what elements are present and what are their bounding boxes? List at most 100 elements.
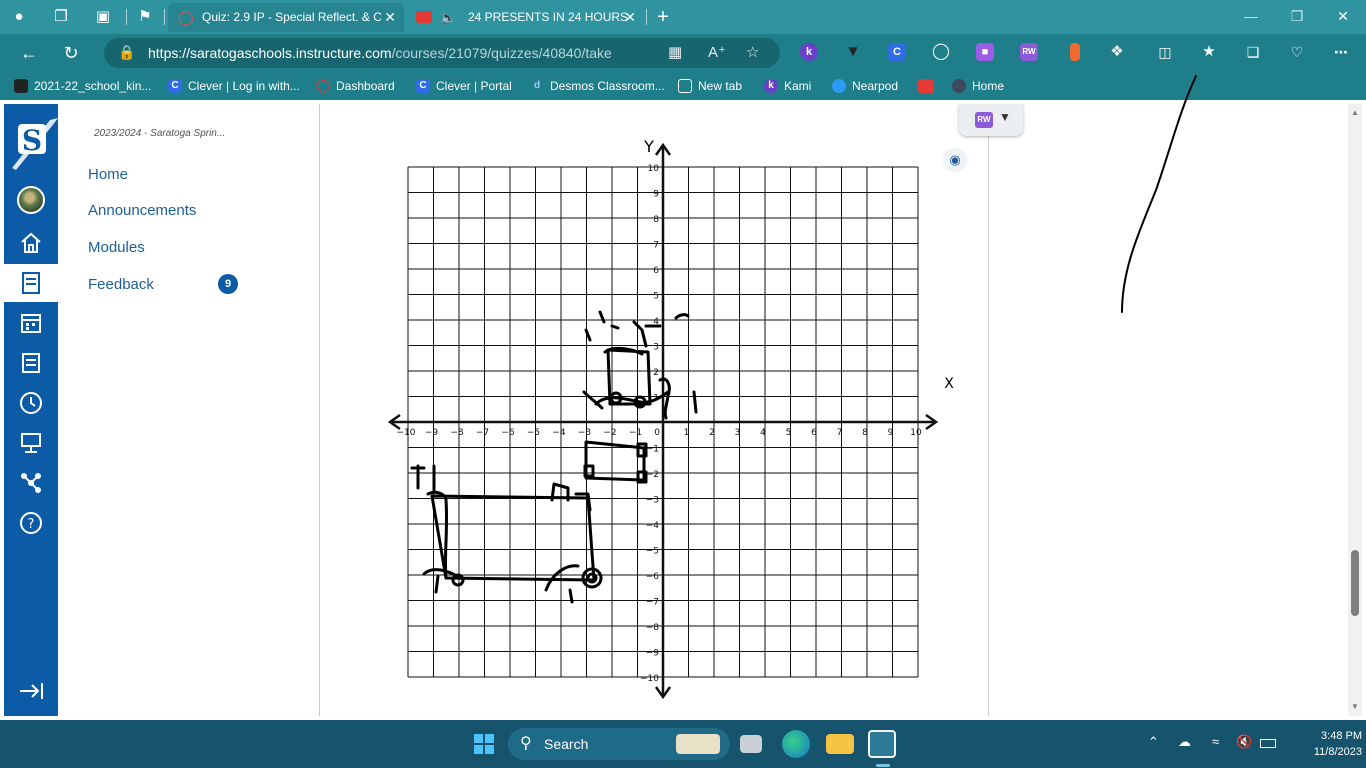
y-tick-label: 9 [653,190,659,200]
address-bar[interactable]: 🔒 https://saratogaschools.instructure.co… [104,38,780,68]
y-tick-label: −3 [646,496,659,506]
task-view-icon[interactable] [740,735,762,753]
bookmark-item[interactable]: d Desmos Classroom... [530,72,665,100]
audio-icon[interactable]: 🔈 [440,3,456,32]
avatar[interactable] [17,186,45,214]
edge-icon[interactable] [782,730,810,758]
maximize-button[interactable]: ❐ [1274,0,1320,34]
bookmark-item[interactable]: C Clever | Portal [416,72,512,100]
close-icon[interactable]: ✕ [384,3,396,32]
commons-icon[interactable] [4,464,58,502]
history-icon[interactable] [4,384,58,422]
workspaces-icon[interactable]: ❐ [50,7,72,27]
inbox-icon[interactable] [4,344,58,382]
studio-icon[interactable] [4,424,58,462]
profile-icon[interactable]: ● [8,7,30,27]
y-tick-label: −5 [646,547,659,557]
volume-icon[interactable]: 🔇 [1236,734,1252,750]
close-window-button[interactable]: ✕ [1320,0,1366,34]
star-icon[interactable]: ☆ [746,43,759,61]
bookmark-item[interactable]: Home [952,72,1004,100]
pinned-tab-icon[interactable]: ⚑ [134,7,156,27]
favorites-icon[interactable]: ★ [1200,43,1218,61]
zoom-icon[interactable]: ◉ [943,148,967,172]
lock-icon[interactable]: 🔒 [118,44,135,61]
bookmark-label: Desmos Classroom... [550,79,665,93]
y-tick-label: −7 [646,598,659,608]
privacy-shield-icon[interactable]: ◯ [932,43,950,61]
tab-actions-icon[interactable]: ▣ [92,7,114,27]
help-icon[interactable]: ? [4,504,58,542]
bookmark-item[interactable]: k Kami [764,72,811,100]
shield-extension-icon[interactable]: ▼ [844,43,862,61]
extensions-icon[interactable]: ❖ [1108,43,1126,61]
bookmark-extension-icon[interactable] [1070,43,1080,61]
scroll-up-arrow[interactable]: ▲ [1348,106,1362,120]
svg-text:?: ? [28,517,35,532]
expand-icon[interactable] [4,672,58,710]
tab-title: 24 PRESENTS IN 24 HOURS [468,10,629,24]
y-tick-label: 5 [653,292,659,302]
bookmark-item[interactable] [918,72,940,100]
bookmark-label: Clever | Portal [436,79,512,93]
browser-tab-strip: ● ❐ ▣ ⚑ ◯ Quiz: 2.9 IP - Special Reflect… [0,0,1366,34]
clock-time: 3:48 PM [1321,730,1362,742]
course-nav-home[interactable]: Home [88,166,128,183]
onedrive-icon[interactable]: ☁ [1178,734,1191,750]
dashboard-home-icon[interactable] [4,224,58,262]
wifi-icon[interactable]: ≈ [1212,734,1219,749]
windows-start-icon[interactable] [470,730,498,758]
rw-extension-icon[interactable]: RW [1020,43,1038,61]
chevron-up-icon[interactable]: ⌃ [1148,734,1159,750]
course-nav-announcements[interactable]: Announcements [88,202,196,219]
system-clock[interactable]: 3:48 PM 11/8/2023 [1286,728,1362,760]
performance-icon[interactable]: ♡ [1288,43,1306,61]
active-app-indicator [876,764,890,767]
vertical-scrollbar[interactable]: ▲ ▼ [1348,104,1362,716]
course-nav-feedback[interactable]: Feedback [88,276,154,293]
minimize-button[interactable]: — [1228,0,1274,34]
school-logo[interactable]: S [6,112,58,170]
close-icon[interactable]: ✕ [624,3,636,32]
refresh-icon[interactable]: ↻ [58,41,84,65]
breadcrumb[interactable]: 2023/2024 - Saratoga Sprin... [94,128,225,139]
read-aloud-icon[interactable]: A⁺ [708,43,726,61]
y-tick-label: −10 [640,674,659,684]
y-tick-label: −4 [646,521,660,531]
app-available-icon[interactable]: ▦ [668,43,682,61]
taskbar-search[interactable]: ⚲ Search [508,728,730,760]
calendar-icon[interactable] [4,304,58,342]
collections-icon[interactable]: ❏ [1244,43,1262,61]
new-tab-page-icon [678,78,692,93]
battery-icon[interactable] [1260,739,1276,748]
chevron-down-icon[interactable]: ▼ [999,110,1011,124]
course-nav-modules[interactable]: Modules [88,239,145,256]
split-screen-icon[interactable]: ◫ [1156,43,1174,61]
bookmark-icon [14,78,28,93]
bookmark-item[interactable]: 2021-22_school_kin... [14,72,151,100]
tab-quiz[interactable]: ◯ Quiz: 2.9 IP - Special Reflect. & C ✕ [168,3,404,32]
y-tick-label: 7 [653,241,659,251]
new-tab-icon[interactable]: + [652,7,674,27]
x-tick-label: −6 [501,428,515,438]
bookmark-item[interactable]: C Clever | Log in with... [168,72,300,100]
x-tick-label: 1 [684,428,690,438]
courses-icon[interactable] [4,264,58,302]
y-tick-label: 2 [653,368,659,378]
file-explorer-icon[interactable] [826,734,854,754]
back-icon[interactable]: ← [16,41,42,65]
nearpod-icon [832,78,846,93]
bookmark-item[interactable]: Nearpod [832,72,898,100]
snipping-tool-icon[interactable] [868,730,896,758]
bookmark-item[interactable]: Dashboard [316,72,395,100]
scroll-down-arrow[interactable]: ▼ [1348,700,1362,714]
kami-extension-icon[interactable]: k [800,43,818,61]
more-options-icon[interactable]: ⋯ [1332,43,1350,61]
extension-popup[interactable]: RW ▼ [959,104,1023,136]
bookmark-item[interactable]: New tab [678,72,742,100]
purple-extension-icon[interactable]: ■ [976,43,994,61]
x-tick-label: −8 [450,428,464,438]
scrollbar-thumb[interactable] [1351,550,1359,616]
tab-youtube[interactable]: 🔈 24 PRESENTS IN 24 HOURS ✕ [408,3,644,32]
clever-extension-icon[interactable]: C [888,43,906,61]
